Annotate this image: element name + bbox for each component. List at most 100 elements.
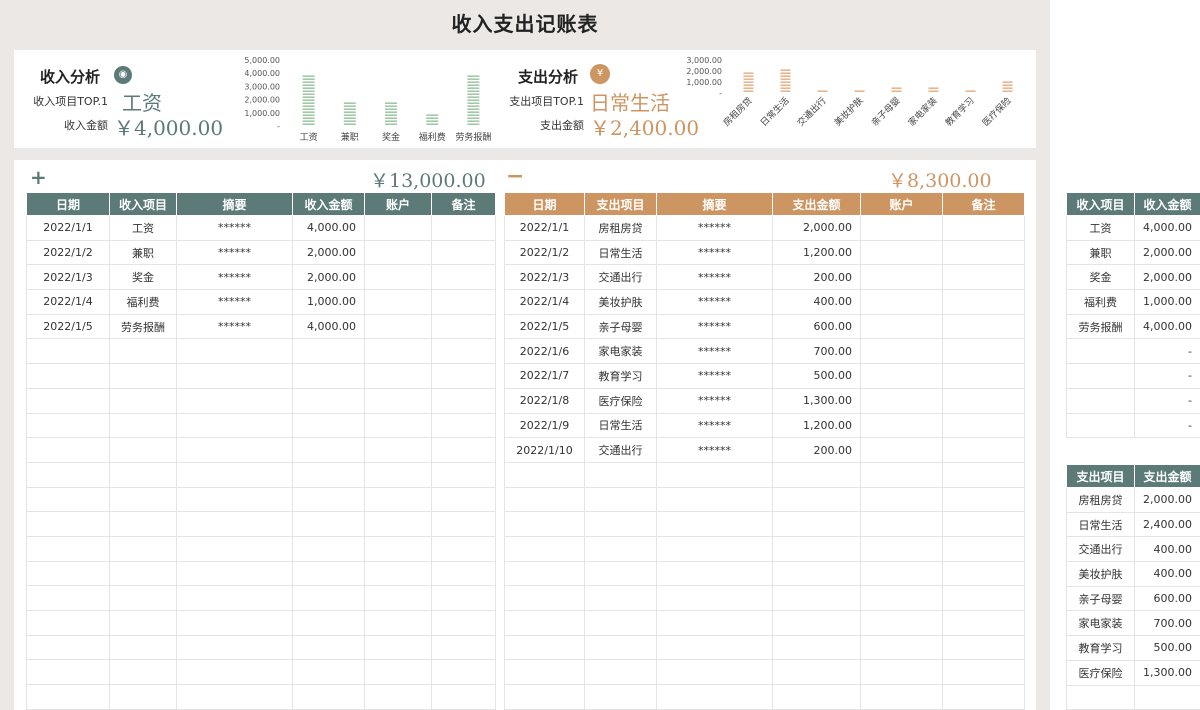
income-table-cell[interactable]	[109, 684, 177, 710]
expense-table-cell[interactable]	[656, 560, 773, 587]
expense-table-cell[interactable]	[860, 610, 943, 636]
expense-table-cell[interactable]	[942, 239, 1025, 266]
income-table-cell[interactable]	[176, 585, 293, 611]
expense-table-cell[interactable]: ******	[656, 437, 773, 463]
income-summary-cell[interactable]: 4,000.00	[1134, 215, 1200, 241]
income-table-cell[interactable]: 福利费	[109, 289, 177, 315]
expense-table-cell[interactable]	[860, 289, 943, 315]
expense-table-cell[interactable]: ******	[656, 387, 773, 414]
income-table-cell[interactable]	[176, 511, 293, 537]
expense-table-cell[interactable]	[860, 338, 943, 365]
income-table-cell[interactable]	[26, 387, 110, 414]
income-summary-cell[interactable]: 工资	[1066, 215, 1135, 241]
expense-table-cell[interactable]	[860, 264, 943, 291]
expense-table-cell[interactable]	[942, 560, 1025, 587]
expense-table-cell[interactable]: 2022/1/10	[504, 437, 585, 463]
expense-table-cell[interactable]	[772, 486, 861, 513]
expense-table-cell[interactable]	[504, 535, 585, 562]
income-summary-cell[interactable]: 2,000.00	[1134, 264, 1200, 291]
income-table-cell[interactable]	[431, 338, 496, 365]
expense-table-cell[interactable]: 教育学习	[584, 363, 657, 389]
income-table-cell[interactable]	[292, 412, 365, 439]
income-table-cell[interactable]	[292, 659, 365, 686]
income-table-cell[interactable]	[26, 486, 110, 513]
expense-table-cell[interactable]	[656, 585, 773, 611]
expense-table-cell[interactable]	[772, 560, 861, 587]
income-table-cell[interactable]: 2022/1/4	[26, 289, 110, 315]
expense-table-cell[interactable]	[656, 610, 773, 636]
expense-summary-cell[interactable]: 美妆护肤	[1066, 561, 1135, 587]
income-table-cell[interactable]	[292, 486, 365, 513]
expense-table-column-header[interactable]: 支出项目	[584, 192, 657, 216]
income-table-cell[interactable]	[26, 610, 110, 636]
income-table-cell[interactable]	[26, 684, 110, 710]
income-table-cell[interactable]	[431, 684, 496, 710]
expense-table-cell[interactable]: 医疗保险	[584, 387, 657, 414]
expense-table-cell[interactable]	[656, 659, 773, 686]
expense-table-cell[interactable]	[860, 215, 943, 241]
income-table-cell[interactable]	[364, 511, 432, 537]
expense-table-cell[interactable]	[860, 585, 943, 611]
expense-table-cell[interactable]: 2022/1/9	[504, 412, 585, 439]
income-table-cell[interactable]	[364, 535, 432, 562]
expense-table-cell[interactable]	[860, 560, 943, 587]
expense-table-cell[interactable]: 美妆护肤	[584, 289, 657, 315]
income-table-cell[interactable]	[292, 363, 365, 389]
expense-table-cell[interactable]	[504, 486, 585, 513]
income-table-cell[interactable]	[431, 313, 496, 340]
income-table-cell[interactable]	[176, 461, 293, 488]
expense-table-cell[interactable]	[772, 610, 861, 636]
income-table-cell[interactable]: ******	[176, 215, 293, 241]
expense-table-cell[interactable]	[584, 560, 657, 587]
expense-table-cell[interactable]: ******	[656, 338, 773, 365]
expense-table-cell[interactable]: 1,300.00	[772, 387, 861, 414]
income-table-cell[interactable]	[26, 535, 110, 562]
expense-table-cell[interactable]	[656, 634, 773, 661]
income-table-cell[interactable]	[26, 511, 110, 537]
income-table-cell[interactable]	[176, 363, 293, 389]
expense-table-column-header[interactable]: 摘要	[656, 192, 773, 216]
expense-table-cell[interactable]	[860, 634, 943, 661]
expense-table-cell[interactable]	[860, 486, 943, 513]
income-table-cell[interactable]	[364, 610, 432, 636]
expense-table-cell[interactable]	[942, 412, 1025, 439]
expense-table-cell[interactable]	[942, 215, 1025, 241]
income-table-cell[interactable]	[26, 461, 110, 488]
expense-table-cell[interactable]: ******	[656, 313, 773, 340]
expense-summary-cell[interactable]: 400.00	[1134, 561, 1200, 587]
expense-table-cell[interactable]: 房租房贷	[584, 215, 657, 241]
expense-table-cell[interactable]	[942, 338, 1025, 365]
income-table-cell[interactable]	[364, 239, 432, 266]
expense-table-cell[interactable]	[860, 659, 943, 686]
income-table-cell[interactable]	[364, 437, 432, 463]
income-table-cell[interactable]	[431, 560, 496, 587]
expense-table-cell[interactable]	[860, 412, 943, 439]
expense-table-cell[interactable]	[584, 634, 657, 661]
income-table-cell[interactable]	[364, 387, 432, 414]
expense-table-cell[interactable]	[504, 610, 585, 636]
expense-table-cell[interactable]	[504, 560, 585, 587]
income-table-cell[interactable]	[431, 412, 496, 439]
expense-table-cell[interactable]	[860, 363, 943, 389]
income-table-cell[interactable]	[364, 215, 432, 241]
income-table-cell[interactable]	[431, 634, 496, 661]
expense-table-cell[interactable]: 400.00	[772, 289, 861, 315]
expense-table-cell[interactable]	[772, 585, 861, 611]
income-table-cell[interactable]	[109, 535, 177, 562]
income-summary-cell[interactable]: 兼职	[1066, 239, 1135, 266]
income-table-cell[interactable]: 2022/1/1	[26, 215, 110, 241]
expense-table-cell[interactable]	[504, 585, 585, 611]
income-table-cell[interactable]	[109, 363, 177, 389]
income-table-cell[interactable]: 2,000.00	[292, 264, 365, 291]
income-summary-cell[interactable]: 1,000.00	[1134, 289, 1200, 315]
expense-table-cell[interactable]	[584, 486, 657, 513]
income-table-column-header[interactable]: 收入项目	[109, 192, 177, 216]
expense-summary-cell[interactable]: 2,000.00	[1134, 487, 1200, 513]
income-table-column-header[interactable]: 账户	[364, 192, 432, 216]
expense-table-cell[interactable]	[656, 511, 773, 537]
income-table-cell[interactable]	[176, 560, 293, 587]
income-table-cell[interactable]	[26, 659, 110, 686]
income-table-cell[interactable]	[26, 412, 110, 439]
expense-table-cell[interactable]: 2022/1/1	[504, 215, 585, 241]
expense-table-cell[interactable]: 家电家装	[584, 338, 657, 365]
